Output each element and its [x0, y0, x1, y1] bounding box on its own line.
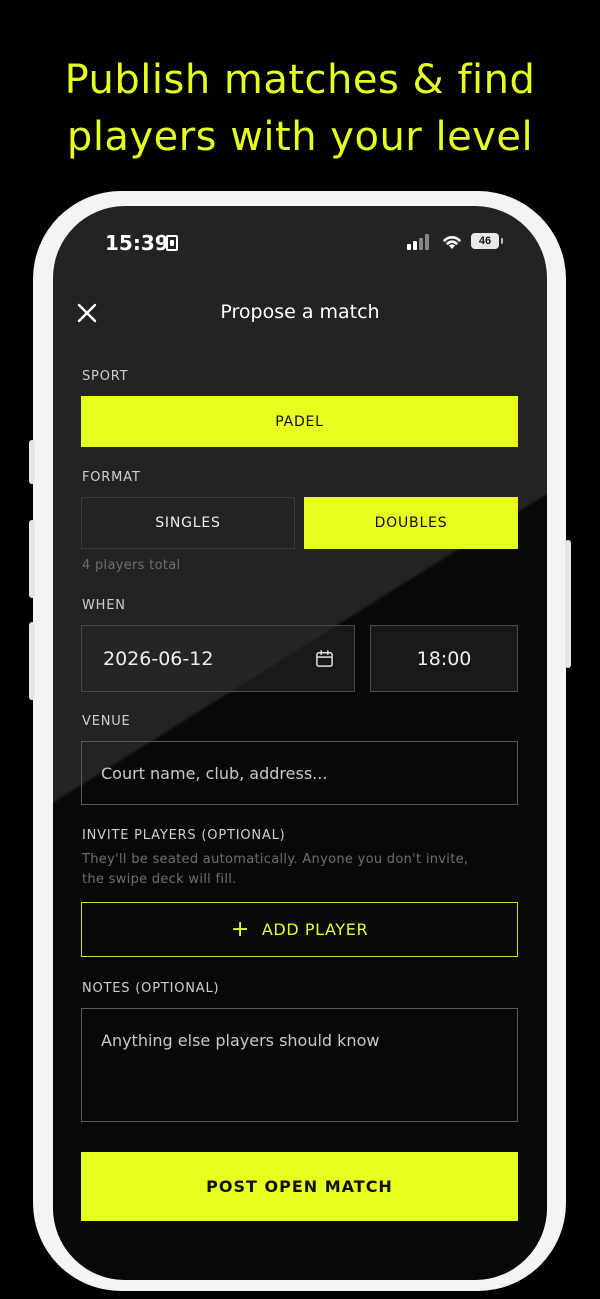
add-player-label: ADD PLAYER: [261, 920, 369, 939]
sport-padel-button[interactable]: PADEL: [81, 396, 518, 447]
time-value: 18:00: [416, 647, 472, 670]
phone-side-button: [29, 440, 35, 484]
add-player-button[interactable]: + ADD PLAYER: [81, 902, 518, 957]
headline-line-1: Publish matches & find: [64, 57, 536, 103]
format-helper-text: 4 players total: [82, 558, 181, 573]
post-open-match-button[interactable]: POST OPEN MATCH: [81, 1152, 518, 1221]
date-field[interactable]: 2026-06-12: [81, 625, 355, 692]
venue-input[interactable]: [81, 741, 518, 805]
status-time: 15:39: [105, 231, 169, 255]
wifi-icon: [443, 236, 461, 249]
promo-headline: Publish matches & find players with your…: [0, 52, 600, 166]
phone-side-button: [29, 520, 35, 598]
format-singles-button[interactable]: SINGLES: [81, 497, 295, 549]
invite-players-label: INVITE PLAYERS (OPTIONAL): [82, 828, 286, 843]
format-doubles-button[interactable]: DOUBLES: [304, 497, 518, 549]
time-field[interactable]: 18:00: [370, 625, 518, 692]
cellular-signal-icon: [407, 234, 431, 250]
phone-power-button: [565, 540, 571, 668]
phone-screen: 15:39 46 Propose a match SPORT PADEL FOR…: [53, 206, 547, 1280]
phone-side-button: [29, 622, 35, 700]
sport-label: SPORT: [82, 369, 129, 384]
sim-card-icon: [166, 235, 178, 251]
plus-icon: +: [230, 916, 250, 942]
invite-helper-line-1: They'll be seated automatically. Anyone …: [82, 852, 469, 867]
headline-line-2: players with your level: [66, 114, 534, 160]
calendar-icon[interactable]: [315, 649, 334, 668]
battery-icon: 46: [471, 233, 503, 249]
invite-helper-line-2: the swipe deck will fill.: [82, 872, 237, 887]
page-title: Propose a match: [220, 301, 380, 323]
when-label: WHEN: [82, 598, 126, 613]
notes-textarea[interactable]: [81, 1008, 518, 1122]
invite-helper-text: They'll be seated automatically. Anyone …: [82, 850, 468, 890]
date-value: 2026-06-12: [103, 647, 214, 670]
notes-label: NOTES (OPTIONAL): [82, 981, 220, 996]
venue-label: VENUE: [82, 714, 131, 729]
format-label: FORMAT: [82, 470, 141, 485]
